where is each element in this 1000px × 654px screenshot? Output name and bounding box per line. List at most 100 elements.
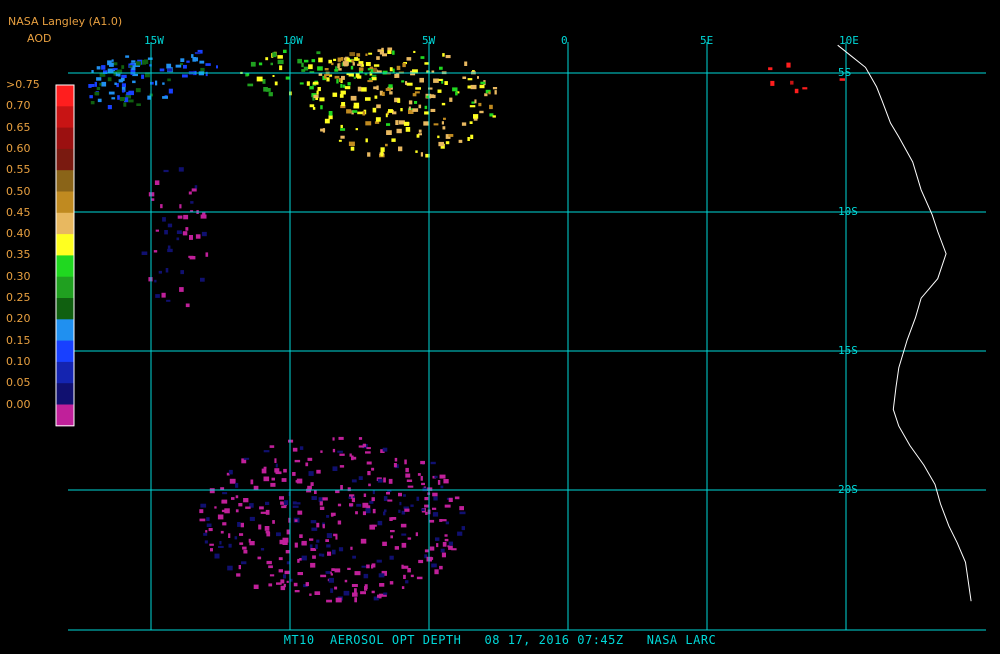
aod-pixel — [167, 68, 173, 72]
aod-pixel — [415, 532, 418, 537]
aod-pixel — [395, 120, 399, 125]
legend-label: 0.20 — [6, 312, 31, 326]
legend-swatch — [56, 106, 74, 129]
lon-label: 10W — [283, 34, 303, 47]
aod-pixel — [316, 469, 321, 474]
aod-pixel — [326, 77, 330, 82]
aod-pixel — [166, 299, 171, 302]
aod-pixel — [249, 541, 255, 546]
aod-pixel — [121, 65, 125, 69]
aod-pixel — [200, 503, 207, 508]
aod-pixel — [398, 492, 402, 497]
aod-pixel — [396, 73, 400, 78]
aod-pixel — [331, 62, 334, 66]
aod-pixel — [200, 277, 205, 282]
aod-pixel — [335, 66, 338, 70]
aod-pixel — [265, 530, 270, 534]
aod-pixel — [455, 91, 458, 96]
aod-pixel — [274, 468, 280, 473]
aod-pixel — [325, 71, 330, 76]
aod-pixel — [324, 68, 329, 71]
lat-label: 15S — [838, 344, 858, 357]
map-canvas — [55, 42, 986, 631]
aod-pixel — [280, 501, 284, 505]
aod-pixel — [437, 135, 440, 139]
aod-pixel — [297, 572, 303, 576]
aod-pixel — [401, 564, 404, 569]
aod-pixel — [352, 62, 355, 66]
aod-pixel — [228, 543, 232, 548]
aod-pixel — [307, 485, 312, 490]
aod-pixel — [192, 57, 197, 62]
aod-pixel — [326, 533, 333, 538]
aod-pixel — [418, 129, 422, 133]
aod-pixel — [96, 77, 102, 81]
aod-pixel — [206, 523, 212, 527]
legend-swatch — [56, 212, 74, 235]
aod-pixel — [396, 65, 401, 71]
aod-pixel — [347, 487, 351, 492]
aod-pixel — [305, 462, 309, 467]
aod-pixel — [281, 478, 287, 482]
aod-pixel-layer — [88, 47, 845, 603]
aod-pixel — [219, 541, 222, 545]
aod-pixel — [387, 50, 392, 54]
aod-pixel — [402, 62, 406, 68]
aod-pixel — [317, 87, 321, 92]
aod-pixel — [369, 66, 373, 69]
aod-pixel — [180, 270, 184, 275]
aod-pixel — [299, 534, 303, 538]
aod-pixel — [308, 64, 313, 70]
aod-pixel — [390, 530, 395, 533]
aod-pixel — [235, 495, 239, 499]
aod-pixel — [358, 476, 363, 480]
legend-label: 0.00 — [6, 397, 31, 411]
aod-pixel — [277, 55, 283, 59]
aod-pixel — [274, 81, 278, 86]
aod-pixel — [285, 550, 290, 554]
aod-pixel — [160, 204, 163, 209]
aod-pixel — [357, 63, 362, 66]
aod-pixel — [471, 101, 475, 104]
header-variable: AOD — [27, 32, 52, 45]
aod-pixel — [301, 62, 304, 68]
aod-pixel — [311, 496, 317, 500]
aod-pixel — [205, 530, 208, 533]
aod-pixel — [108, 91, 115, 95]
aod-pixel — [209, 488, 215, 494]
aod-pixel — [385, 113, 388, 118]
aod-pixel — [209, 543, 214, 546]
aod-pixel — [132, 80, 136, 84]
aod-pixel — [371, 524, 377, 527]
aod-pixel — [439, 474, 446, 479]
aod-pixel — [441, 121, 444, 125]
aod-pixel — [403, 121, 410, 126]
aod-pixel — [444, 81, 448, 85]
aod-pixel — [280, 585, 286, 591]
aod-pixel — [334, 586, 338, 590]
aod-pixel — [393, 463, 397, 468]
aod-pixel — [288, 439, 294, 443]
aod-pixel — [366, 447, 371, 450]
aod-pixel — [208, 528, 213, 532]
aod-pixel — [406, 479, 413, 482]
aod-pixel — [454, 496, 460, 500]
aod-pixel — [358, 67, 364, 71]
aod-pixel — [389, 517, 393, 521]
aod-pixel — [236, 573, 241, 577]
aod-pixel — [167, 223, 173, 228]
aod-pixel — [337, 503, 342, 507]
aod-pixel — [371, 564, 374, 569]
aod-pixel — [349, 503, 354, 507]
legend-swatch — [56, 191, 74, 214]
aod-pixel — [294, 519, 298, 522]
aod-pixel — [161, 292, 166, 298]
aod-pixel — [398, 509, 401, 513]
aod-pixel — [183, 64, 187, 69]
aod-pixel — [315, 97, 318, 100]
aod-pixel — [354, 571, 361, 576]
aod-pixel — [383, 477, 386, 483]
aod-pixel — [283, 49, 287, 53]
aod-pixel — [94, 91, 100, 96]
aod-pixel — [309, 538, 314, 541]
